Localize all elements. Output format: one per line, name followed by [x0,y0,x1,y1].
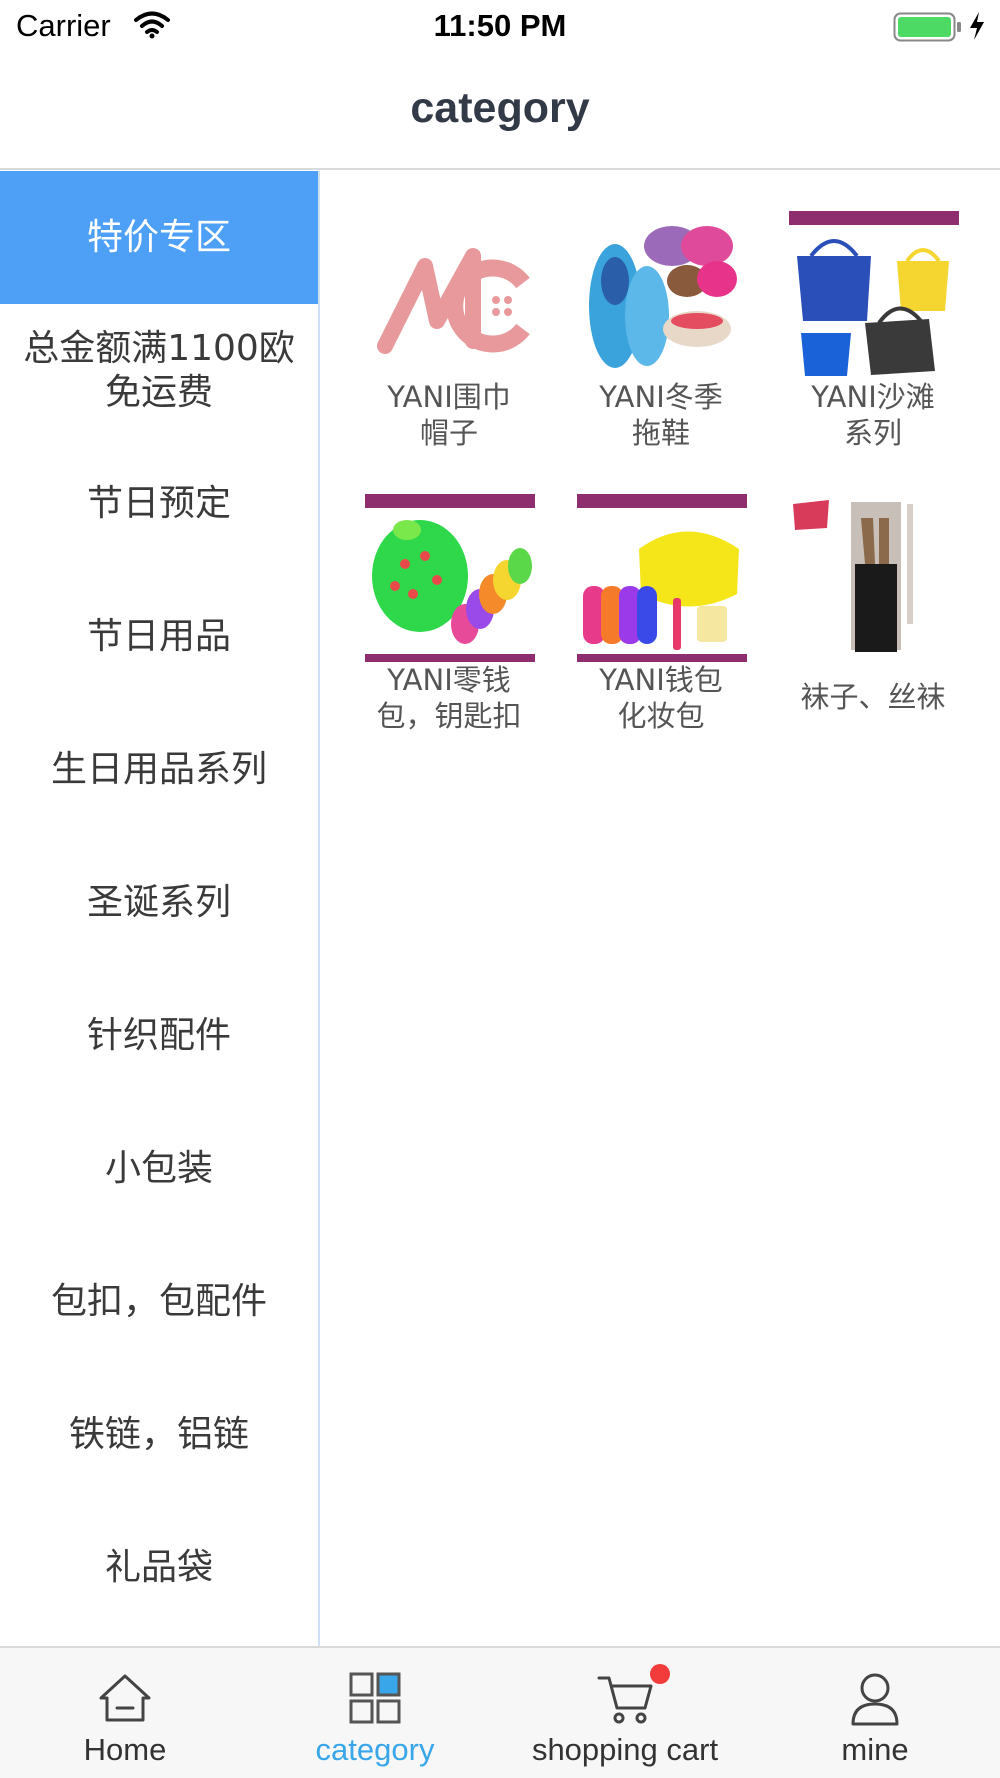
tab-label: mine [841,1732,909,1767]
category-icon [349,1672,401,1724]
label-line: YANI钱包 [599,663,723,697]
label-line: 化妆包 [617,699,705,733]
grid-item-label: YANI冬季 拖鞋 [561,379,761,451]
sidebar-item-holiday-preorder[interactable]: 节日预定 [0,437,318,570]
charging-bolt-icon [970,12,984,40]
tab-shopping-cart[interactable]: shopping cart [500,1648,750,1778]
sidebar-item-label: 圣诞系列 [86,881,231,923]
grid-item-socks-stockings[interactable]: 袜子、丝袜 [773,454,973,724]
navigation-bar: category [0,56,1000,170]
tab-label: Home [83,1732,167,1767]
sidebar-item-holiday-supplies[interactable]: 节日用品 [0,570,318,703]
label-line: 袜子、丝袜 [800,680,946,714]
grid-item-label: 袜子、丝袜 [773,679,973,715]
label-line: YANI沙滩 [811,380,935,414]
sidebar-item-label: 生日用品系列 [50,748,267,790]
category-sidebar: 特价专区 总金额满1100欧免运费 节日预定 节日用品 生日用品系列 圣诞系列 … [0,171,320,1646]
sidebar-item-label: 铁链，铝链 [68,1413,249,1455]
status-bar: Carrier 11:50 PM [0,0,1000,56]
label-line: 帽子 [419,416,478,450]
sidebar-item-label: 小包装 [104,1147,213,1189]
tab-home[interactable]: Home [0,1648,250,1778]
grid-item-label: YANI零钱 包，钥匙扣 [349,662,549,734]
screen: Carrier 11:50 PM category 特价专区 总金额满1100欧… [0,0,1000,1778]
label-line: YANI零钱 [387,663,511,697]
sidebar-item-gift-bags[interactable]: 礼品袋 [0,1501,318,1634]
sidebar-item-label: 总金额满1100欧免运费 [23,327,295,413]
sidebar-item-label: 针织配件 [86,1014,231,1056]
sidebar-item-bag-buckles[interactable]: 包扣，包配件 [0,1235,318,1368]
sidebar-item-christmas-series[interactable]: 圣诞系列 [0,836,318,969]
sidebar-item-free-shipping[interactable]: 总金额满1100欧免运费 [0,304,318,437]
grid-item-wallets-cosmetic-bags[interactable]: YANI钱包 化妆包 [561,454,761,733]
page-title: category [410,84,590,132]
grid-item-coin-purses-keychains[interactable]: YANI零钱 包，钥匙扣 [349,454,549,733]
label-line: 包，钥匙扣 [376,699,522,733]
label-line: 拖鞋 [631,416,690,450]
sidebar-item-label: 特价专区 [86,216,231,258]
coin-purse-image [365,494,535,662]
stockings-image [789,494,959,662]
home-icon [99,1674,151,1722]
tab-mine[interactable]: mine [750,1648,1000,1778]
sidebar-item-label: 礼品袋 [104,1546,213,1588]
cosmetic-bag-image [577,494,747,662]
tab-category[interactable]: category [250,1648,500,1778]
tab-label: shopping cart [531,1732,719,1767]
grid-item-winter-slippers[interactable]: YANI冬季 拖鞋 [561,171,761,450]
mc-logo-image [377,248,530,354]
tab-bar: Home category shopping cart mine [0,1646,1000,1778]
label-line: YANI冬季 [599,380,723,414]
cart-badge-dot [650,1664,670,1684]
status-time: 11:50 PM [433,8,567,43]
sidebar-item-label: 节日用品 [86,615,231,657]
subcategory-grid: YANI围巾 帽子 YANI冬季 拖鞋 YANI沙滩 系列 YANI零钱 包，钥… [324,171,1000,1646]
sidebar-item-label: 节日预定 [86,482,231,524]
user-icon [851,1673,899,1726]
grid-item-label: YANI围巾 帽子 [349,379,549,451]
grid-item-label: YANI钱包 化妆包 [561,662,761,734]
tab-label: category [315,1732,435,1767]
grid-item-beach-series[interactable]: YANI沙滩 系列 [773,171,973,450]
sidebar-item-knit-accessories[interactable]: 针织配件 [0,969,318,1102]
slippers-image [577,211,747,379]
label-line: 系列 [843,416,902,450]
sidebar-item-chains[interactable]: 铁链，铝链 [0,1368,318,1501]
grid-item-label: YANI沙滩 系列 [773,379,973,451]
label-line: YANI围巾 [387,380,511,414]
beach-bags-image [789,211,959,379]
sidebar-item-birthday-series[interactable]: 生日用品系列 [0,703,318,836]
battery-icon [893,12,961,42]
sidebar-item-small-packaging[interactable]: 小包装 [0,1102,318,1235]
sidebar-item-special-offers[interactable]: 特价专区 [0,171,318,304]
sidebar-item-label: 包扣，包配件 [50,1280,267,1322]
cart-icon [597,1676,653,1724]
grid-item-scarves-hats[interactable]: YANI围巾 帽子 [349,171,549,450]
